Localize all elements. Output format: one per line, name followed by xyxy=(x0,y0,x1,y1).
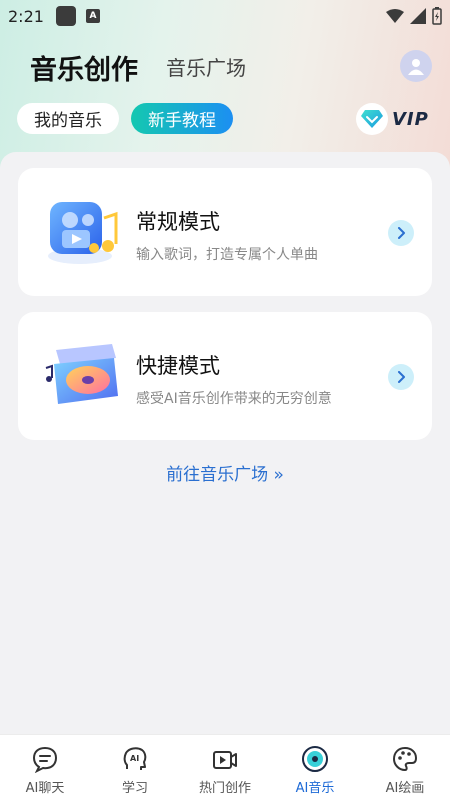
nav-item-ai-painting[interactable]: AI绘画 xyxy=(360,735,450,800)
battery-icon xyxy=(432,7,442,25)
card-description: 感受AI音乐创作带来的无穷创意 xyxy=(136,391,332,407)
chat-icon xyxy=(32,746,58,773)
nav-item-ai-chat[interactable]: AI聊天 xyxy=(0,735,90,800)
tab-music-square[interactable]: 音乐广场 xyxy=(166,52,246,81)
vip-badge xyxy=(356,103,388,135)
card-title: 常规模式 xyxy=(136,210,220,234)
app-notification-icon xyxy=(55,6,76,26)
normal-mode-card[interactable]: 常规模式 输入歌词，打造专属个人单曲 xyxy=(18,168,432,296)
nav-label: AI绘画 xyxy=(385,781,425,796)
chevron-right-icon xyxy=(398,227,405,239)
page-title[interactable]: 音乐创作 xyxy=(30,48,138,87)
vip-label: VIP xyxy=(392,108,429,130)
quick-mode-card[interactable]: 快捷模式 感受AI音乐创作带来的无穷创意 xyxy=(18,312,432,440)
music-disc-icon xyxy=(302,746,328,772)
my-music-button[interactable]: 我的音乐 xyxy=(17,103,119,134)
user-icon xyxy=(408,59,424,75)
nav-label: 热门创作 xyxy=(198,781,251,796)
a-notification-icon: A xyxy=(85,9,100,23)
card-description: 输入歌词，打造专属个人单曲 xyxy=(136,247,318,263)
chevron-right-icon xyxy=(398,371,405,383)
card-arrow-button[interactable] xyxy=(388,220,414,246)
nav-label: AI音乐 xyxy=(295,781,335,796)
svg-text:AI: AI xyxy=(130,754,139,763)
status-indicators xyxy=(386,7,442,25)
signal-icon xyxy=(410,8,426,24)
card-title: 快捷模式 xyxy=(136,354,220,378)
palette-icon xyxy=(392,746,418,772)
nav-label: 学习 xyxy=(121,781,148,796)
status-time: 2:21 xyxy=(8,6,44,26)
card-arrow-button[interactable] xyxy=(388,364,414,390)
goto-music-square-link[interactable]: 前往音乐广场 » xyxy=(0,460,450,485)
status-bar: 2:21 A xyxy=(0,0,450,32)
vip-button[interactable]: VIP xyxy=(356,103,429,135)
avatar[interactable] xyxy=(400,50,432,82)
tutorial-button[interactable]: 新手教程 xyxy=(131,103,233,134)
nav-item-ai-music[interactable]: AI音乐 xyxy=(270,735,360,800)
nav-item-hot-creation[interactable]: 热门创作 xyxy=(180,735,270,800)
nav-label: AI聊天 xyxy=(25,781,65,796)
header: 音乐创作 音乐广场 xyxy=(0,40,450,92)
diamond-icon xyxy=(361,110,383,128)
ai-head-icon: AI xyxy=(123,747,147,770)
wifi-icon xyxy=(386,9,404,23)
record-box-icon xyxy=(45,344,118,404)
video-camera-icon xyxy=(213,751,237,769)
video-camera-music-icon xyxy=(48,202,118,264)
bottom-navigation: AI聊天 AI 学习 热门创作 AI音乐 AI绘画 xyxy=(0,734,450,800)
nav-item-learning[interactable]: AI 学习 xyxy=(90,735,180,800)
